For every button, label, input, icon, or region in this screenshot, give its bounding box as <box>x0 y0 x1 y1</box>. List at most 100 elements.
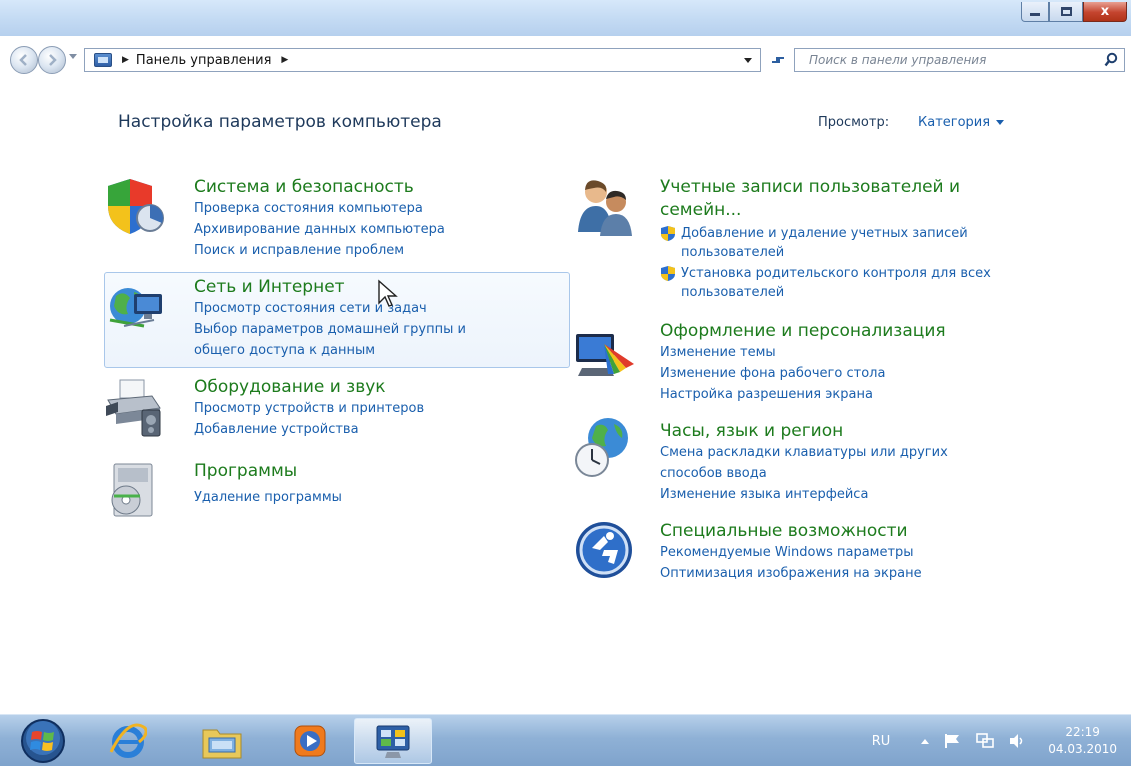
minimize-button[interactable] <box>1021 2 1049 22</box>
breadcrumb-control-panel[interactable]: Панель управления <box>136 53 272 68</box>
volume-icon <box>1010 734 1023 748</box>
category-title-appearance[interactable]: Оформление и персонализация <box>660 320 946 342</box>
category-title-network-internet[interactable]: Сеть и Интернет <box>194 276 466 298</box>
category-title-user-accounts[interactable]: Учетные записи пользователей и семейн... <box>660 176 1020 222</box>
category-hardware-sound-text: Оборудование и звук Просмотр устройств и… <box>194 376 424 440</box>
taskbar-internet-explorer[interactable] <box>100 718 156 764</box>
caption-buttons: x <box>1021 2 1127 22</box>
action-center-button[interactable] <box>944 733 962 749</box>
link-change-wallpaper[interactable]: Изменение фона рабочего стола <box>660 363 946 384</box>
category-title-hardware-sound[interactable]: Оборудование и звук <box>194 376 424 398</box>
link-parental-controls[interactable]: Установка родительского контроля для все… <box>660 264 1020 302</box>
windows-orb-icon[interactable] <box>20 718 66 764</box>
category-title-ease-of-access[interactable]: Специальные возможности <box>660 520 922 542</box>
category-programs: Программы Удаление программы <box>104 460 564 526</box>
view-by-value[interactable]: Категория <box>918 115 990 130</box>
link-check-computer-status[interactable]: Проверка состояния компьютера <box>194 198 445 219</box>
view-by-dropdown[interactable]: Категория <box>918 115 1005 130</box>
users-icon[interactable] <box>574 176 636 238</box>
programs-icon[interactable] <box>104 460 166 522</box>
maximize-button[interactable] <box>1049 2 1083 22</box>
refresh-icon <box>772 57 784 63</box>
category-user-accounts-text: Учетные записи пользователей и семейн...… <box>660 176 1020 304</box>
search-icon[interactable] <box>1104 52 1118 68</box>
link-homegroup-sharing[interactable]: общего доступа к данным <box>194 340 466 361</box>
forward-button[interactable] <box>38 46 66 74</box>
link-screen-resolution[interactable]: Настройка разрешения экрана <box>660 384 946 405</box>
link-troubleshoot[interactable]: Поиск и исправление проблем <box>194 240 445 261</box>
category-network-internet-text: Сеть и Интернет Просмотр состояния сети … <box>194 276 466 361</box>
media-player-icon <box>294 725 326 757</box>
link-uninstall-program[interactable]: Удаление программы <box>194 487 342 508</box>
category-ease-of-access-text: Специальные возможности Рекомендуемые Wi… <box>660 520 922 584</box>
back-button[interactable] <box>10 46 38 74</box>
category-user-accounts: Учетные записи пользователей и семейн...… <box>570 176 1030 306</box>
link-view-devices-printers[interactable]: Просмотр устройств и принтеров <box>194 398 424 419</box>
breadcrumb-arrow-icon[interactable]: ▶ <box>281 55 288 65</box>
close-button[interactable]: x <box>1083 2 1127 22</box>
search-input[interactable] <box>809 53 1099 67</box>
show-hidden-icons-button[interactable] <box>920 737 930 745</box>
link-change-display-language[interactable]: Изменение языка интерфейса <box>660 484 948 505</box>
taskbar-media-player[interactable] <box>282 718 338 764</box>
search-box[interactable] <box>794 48 1125 72</box>
clock[interactable]: 22:19 04.03.2010 <box>1048 724 1117 758</box>
link-network-status[interactable]: Просмотр состояния сети и задач <box>194 298 466 319</box>
accessibility-icon[interactable] <box>574 520 636 582</box>
flag-icon <box>945 734 960 748</box>
link-add-remove-accounts-label[interactable]: Добавление и удаление учетных записей по… <box>681 226 968 260</box>
link-optimize-display[interactable]: Оптимизация изображения на экране <box>660 563 922 584</box>
shield-icon[interactable] <box>104 176 166 238</box>
chevron-down-icon <box>996 120 1005 125</box>
network-tray-icon <box>976 733 995 748</box>
taskbar-windows-explorer[interactable] <box>194 718 250 764</box>
category-programs-text: Программы Удаление программы <box>194 460 342 508</box>
control-panel-content: Настройка параметров компьютера Просмотр… <box>0 84 1131 714</box>
taskbar-control-panel[interactable] <box>354 718 432 764</box>
mouse-cursor-icon <box>378 279 398 307</box>
appearance-icon[interactable] <box>574 324 636 386</box>
clock-date: 04.03.2010 <box>1048 742 1117 756</box>
category-clock-language-region: Часы, язык и регион Смена раскладки клав… <box>570 418 1030 506</box>
printer-icon[interactable] <box>104 376 166 438</box>
link-change-theme[interactable]: Изменение темы <box>660 342 946 363</box>
category-network-internet: Сеть и Интернет Просмотр состояния сети … <box>104 276 564 362</box>
category-ease-of-access: Специальные возможности Рекомендуемые Wi… <box>570 520 1030 586</box>
category-system-security: Система и безопасность Проверка состояни… <box>104 176 564 262</box>
network-tray-button[interactable] <box>976 733 995 749</box>
link-homegroup-options[interactable]: Выбор параметров домашней группы и <box>194 319 466 340</box>
link-recommended-settings[interactable]: Рекомендуемые Windows параметры <box>660 542 922 563</box>
link-add-device[interactable]: Добавление устройства <box>194 419 424 440</box>
address-bar[interactable]: ▶ Панель управления ▶ <box>84 48 761 72</box>
link-change-keyboards-continued[interactable]: способов ввода <box>660 463 948 484</box>
category-title-system-security[interactable]: Система и безопасность <box>194 176 445 198</box>
globe-clock-icon[interactable] <box>572 416 634 478</box>
view-label: Просмотр: <box>818 115 890 130</box>
navigation-bar: ▶ Панель управления ▶ <box>0 36 1131 84</box>
link-backup-computer[interactable]: Архивирование данных компьютера <box>194 219 445 240</box>
category-clock-language-region-text: Часы, язык и регион Смена раскладки клав… <box>660 420 948 505</box>
link-parental-controls-label[interactable]: Установка родительского контроля для все… <box>681 266 991 300</box>
category-title-clock-language-region[interactable]: Часы, язык и регион <box>660 420 948 442</box>
link-change-keyboards[interactable]: Смена раскладки клавиатуры или других <box>660 442 948 463</box>
title-bar: x <box>0 0 1131 36</box>
maximize-icon <box>1060 7 1072 16</box>
recent-pages-dropdown[interactable] <box>69 54 77 59</box>
link-add-remove-accounts[interactable]: Добавление и удаление учетных записей по… <box>660 224 1020 262</box>
page-title: Настройка параметров компьютера <box>118 112 442 132</box>
network-icon[interactable] <box>104 276 166 338</box>
forward-icon <box>49 54 57 66</box>
volume-button[interactable] <box>1008 733 1026 749</box>
breadcrumb-arrow-icon[interactable]: ▶ <box>122 55 129 65</box>
taskbar: RU 22:19 04.03.2010 <box>0 714 1131 766</box>
address-dropdown[interactable] <box>744 58 752 63</box>
category-hardware-sound: Оборудование и звук Просмотр устройств и… <box>104 376 564 442</box>
uac-shield-icon <box>661 226 675 241</box>
chevron-up-icon <box>921 739 930 744</box>
language-indicator[interactable]: RU <box>872 734 891 749</box>
minimize-icon <box>1030 13 1040 16</box>
clock-time: 22:19 <box>1065 725 1100 739</box>
explorer-folder-icon <box>202 729 242 759</box>
category-title-programs[interactable]: Программы <box>194 460 342 482</box>
refresh-button[interactable] <box>766 48 790 72</box>
